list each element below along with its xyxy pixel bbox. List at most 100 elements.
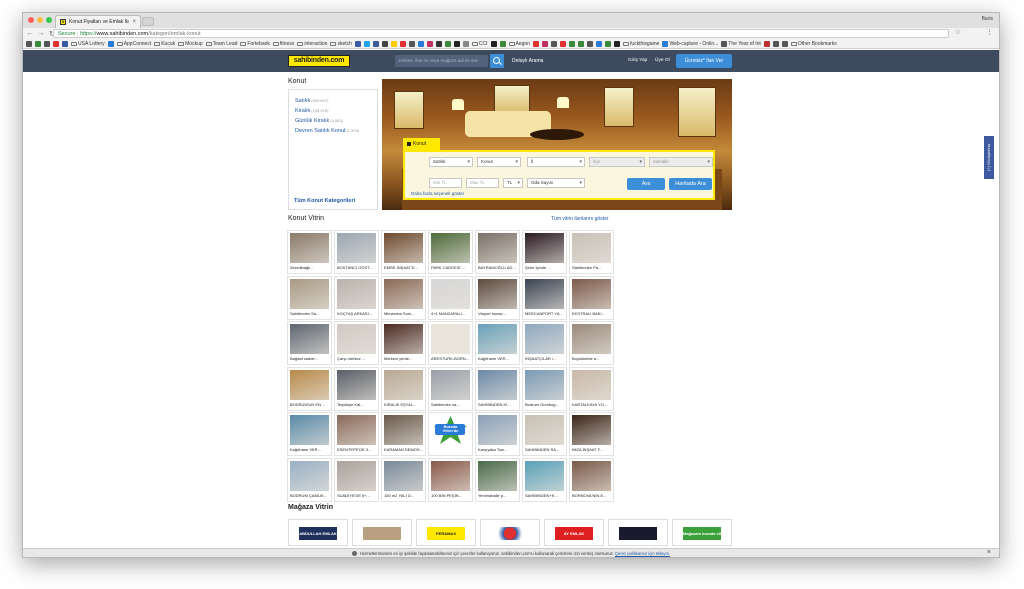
listing-thumbnail[interactable]: PARK CADDESİ ...: [428, 230, 473, 274]
category-select[interactable]: Konut: [477, 157, 521, 167]
facebook-icon[interactable]: [372, 40, 379, 47]
listing-thumbnail[interactable]: MERCANPORT YA...: [522, 275, 567, 320]
cookie-policy-link[interactable]: Çerez politikamız için tıklayın.: [615, 551, 670, 556]
category-kiralik[interactable]: Kiralık(135.915): [295, 106, 371, 116]
listing-caption[interactable]: Viaport house...: [478, 311, 519, 316]
forward-icon[interactable]: →: [37, 30, 45, 37]
all-categories-link[interactable]: Tüm Konut Kategorileri: [294, 198, 355, 204]
listing-thumbnail[interactable]: KİRALIK EŞYAL...: [381, 366, 426, 411]
listing-thumbnail[interactable]: SAHİBİNDEN SA...: [522, 412, 567, 456]
bookmark-icon[interactable]: [62, 40, 68, 47]
listing-caption[interactable]: Kağıthane VER...: [478, 356, 519, 361]
github-icon[interactable]: [435, 40, 442, 47]
listing-caption[interactable]: Boyokkelde a...: [572, 356, 613, 361]
listing-caption[interactable]: Karşıyaka Tow...: [478, 447, 519, 452]
listing-caption[interactable]: Zincirlibağlı...: [290, 265, 331, 270]
listing-caption[interactable]: SUADİYE'DE 5+...: [337, 493, 378, 498]
profile-name[interactable]: Baris: [982, 16, 993, 22]
rooms-select[interactable]: Oda Sayısı: [527, 178, 585, 188]
listing-thumbnail[interactable]: ESENTEPE'DE 3...: [334, 412, 379, 456]
listing-thumbnail[interactable]: BAYRAMOĞLU AD...: [475, 230, 520, 274]
listing-thumbnail[interactable]: Sahibinden Sa...: [287, 275, 332, 320]
bookmark-web-capture[interactable]: Web-capture - Onlin...: [662, 40, 718, 47]
site-logo[interactable]: sahibinden.com: [288, 55, 350, 67]
listing-caption[interactable]: İNŞAATÇILAR /...: [525, 356, 566, 361]
store-card[interactable]: [352, 519, 412, 546]
bookmark-icon[interactable]: [772, 40, 779, 47]
bookmark-icon[interactable]: [499, 40, 506, 47]
bookmark-icon[interactable]: [399, 40, 406, 47]
bookmark-fuckthisgame[interactable]: fuckthisgame: [622, 41, 659, 47]
bookmark-cci[interactable]: CCI: [471, 41, 488, 47]
district-select[interactable]: İlçe: [589, 157, 645, 167]
listing-thumbnail[interactable]: ARESTURK-BORN...: [428, 321, 473, 365]
bookmark-icon[interactable]: [417, 40, 424, 47]
bookmark-icon[interactable]: [381, 40, 388, 47]
listing-caption[interactable]: SAHİBİNDEN Kİ...: [478, 402, 519, 407]
listing-caption[interactable]: BODRUM'UN EN ...: [290, 402, 331, 407]
listing-thumbnail[interactable]: BODRUM'UN EN ...: [287, 366, 332, 411]
listing-caption[interactable]: Yenimahalle p...: [478, 493, 519, 498]
listing-caption[interactable]: Kağıthane VER...: [290, 447, 331, 452]
neighborhood-select[interactable]: Mahalle: [649, 157, 713, 167]
listing-thumbnail[interactable]: Boyokkelde a...: [569, 321, 614, 365]
listing-thumbnail[interactable]: Bodrum Gumbog...: [522, 366, 567, 411]
advanced-search-link[interactable]: Detaylı Arama: [512, 58, 543, 64]
bookmark-icon[interactable]: [559, 40, 566, 47]
bookmark-appconnect[interactable]: AppConnect: [116, 41, 151, 47]
store-card[interactable]: AY EMLAK: [544, 519, 604, 546]
max-price-input[interactable]: Max TL: [466, 178, 499, 188]
store-card[interactable]: PERAMAX: [416, 519, 476, 546]
login-link[interactable]: Giriş Yap: [628, 58, 647, 63]
listing-caption[interactable]: Sahibinden sa...: [431, 402, 472, 407]
bookmark-icon[interactable]: [595, 40, 602, 47]
listing-thumbnail[interactable]: BOSTANCI GÖST...: [334, 230, 379, 274]
bookmark-icon[interactable]: [35, 40, 41, 47]
minimize-window-button[interactable]: [37, 17, 43, 23]
bookmark-fortebank[interactable]: Fortebank: [240, 41, 270, 47]
listing-thumbnail[interactable]: KOÇTAŞ ARKASI...: [334, 275, 379, 320]
bookmark-sketch[interactable]: sketch: [330, 41, 352, 47]
listing-thumbnail[interactable]: İMZA İNŞAAT F...: [569, 412, 614, 456]
bookmark-year-of-int[interactable]: The Year of Int: [721, 40, 761, 47]
bookmark-mockup[interactable]: Mockup: [178, 41, 203, 47]
listing-caption[interactable]: 100 BİN PEŞİN...: [431, 493, 472, 498]
listing-caption[interactable]: EKSTRALI BAKI...: [572, 311, 613, 316]
url-field[interactable]: Secure | https://www.sahibinden.com/kate…: [53, 29, 949, 38]
listing-caption[interactable]: KİRALIK EŞYAL...: [384, 402, 425, 407]
bookmark-icon[interactable]: [408, 40, 415, 47]
bookmark-team-lead[interactable]: Team Lead: [205, 41, 237, 47]
listing-thumbnail[interactable]: SUADİYE'DE 5+...: [334, 457, 379, 502]
listing-caption[interactable]: 150 m2 YALI D...: [384, 493, 425, 498]
currency-select[interactable]: TL: [503, 178, 523, 188]
listing-thumbnail[interactable]: SAHİBİNDEN+K...: [522, 457, 567, 502]
bookmark-icon[interactable]: [568, 40, 575, 47]
listing-caption[interactable]: SAHİBİNDEN+K...: [525, 493, 566, 498]
listing-thumbnail[interactable]: Yenimahalle p...: [475, 457, 520, 502]
listing-thumbnail[interactable]: Bağdat cadde...: [287, 321, 332, 365]
search-icon[interactable]: [490, 54, 504, 68]
bookmark-icon[interactable]: [426, 40, 433, 47]
feedback-tab[interactable]: (+) Görüşleriniz: [984, 136, 994, 179]
listing-caption[interactable]: ESENTEPE'DE 3...: [337, 447, 378, 452]
city-select[interactable]: İl: [527, 157, 585, 167]
bookmark-icon[interactable]: [107, 40, 114, 47]
listing-thumbnail[interactable]: EMRE İNŞAAT'D...: [381, 230, 426, 274]
listing-caption[interactable]: 4+1 MANZARALI...: [431, 311, 472, 316]
listing-caption[interactable]: BORNOVA'NIN E...: [572, 493, 613, 498]
listing-caption[interactable]: ARESTURK-BORN...: [431, 356, 472, 361]
listing-caption[interactable]: BOSTANCI GÖST...: [337, 265, 378, 270]
listing-thumbnail[interactable]: Burada Vitrin'de: [428, 412, 473, 456]
listing-caption[interactable]: Bağdat cadde...: [290, 356, 331, 361]
tab-close-icon[interactable]: ×: [132, 19, 136, 25]
listing-caption[interactable]: Teşvikiye Kal...: [337, 402, 378, 407]
bookmark-fitness[interactable]: fitness: [272, 41, 294, 47]
listing-thumbnail[interactable]: Merkezi yerde...: [381, 321, 426, 365]
bookmark-icon[interactable]: [444, 40, 451, 47]
listing-thumbnail[interactable]: Kağıthane VER...: [287, 412, 332, 456]
store-card[interactable]: ABDULLAH EMLAK: [288, 519, 348, 546]
min-price-input[interactable]: Min TL: [429, 178, 462, 188]
category-devren-satilik[interactable]: Devren Satılık Konut(1.593): [295, 126, 371, 136]
listing-caption[interactable]: Bodrum Gumbog...: [525, 402, 566, 407]
store-card[interactable]: Mağazam burada vitrinde: [672, 519, 732, 546]
